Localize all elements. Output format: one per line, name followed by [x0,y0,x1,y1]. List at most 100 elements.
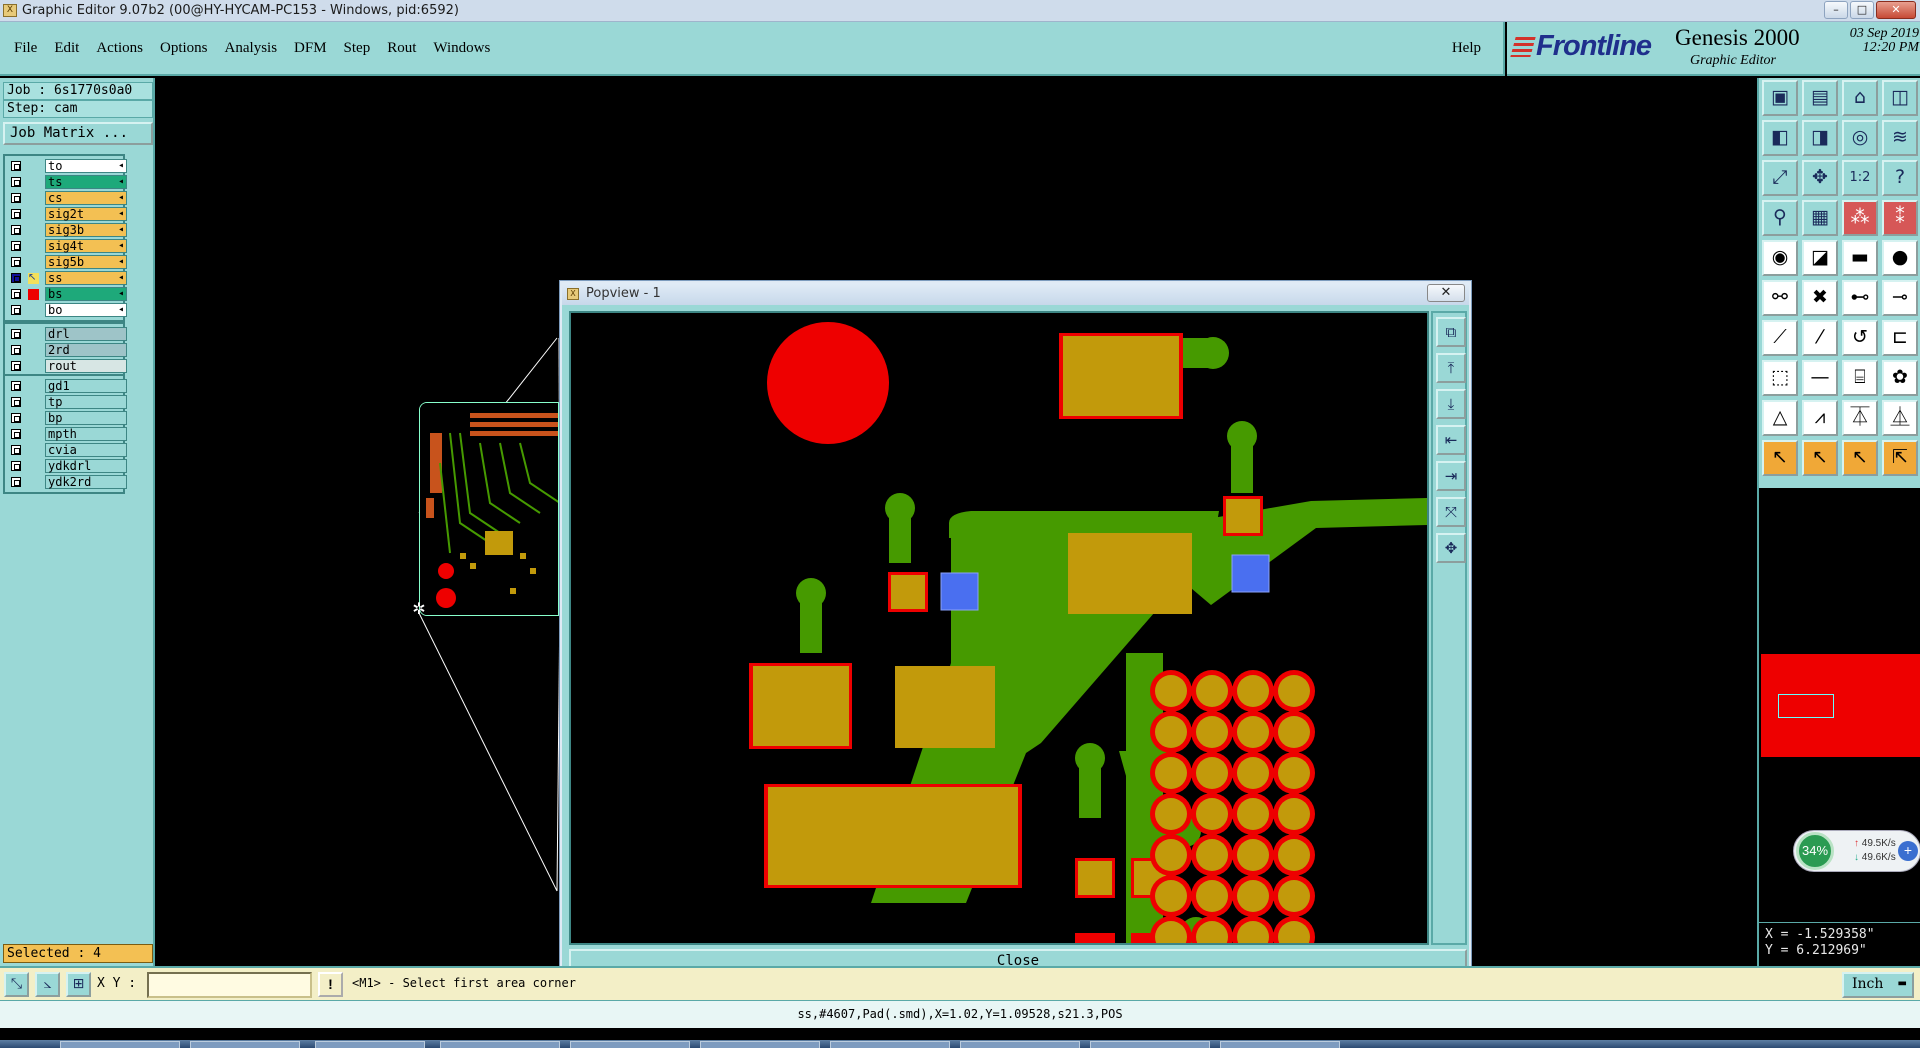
layer-name-sig4t[interactable]: sig4t [45,239,127,253]
menu-analysis[interactable]: Analysis [225,40,278,57]
menu-dfm[interactable]: DFM [294,40,327,57]
job-matrix-button[interactable]: Job Matrix ... [3,122,153,145]
home-icon[interactable]: ⌂ [1842,80,1878,116]
layer-row[interactable]: bo [7,302,127,318]
maximize-button[interactable]: □ [1850,1,1874,19]
layer-checkbox[interactable] [11,305,21,315]
menu-file[interactable]: File [14,40,37,57]
bracket-icon[interactable]: ⊏ [1882,320,1918,356]
layer-row[interactable]: to [7,158,127,174]
layer-row[interactable]: 2rd [7,342,127,358]
hline-icon[interactable]: — [1802,360,1838,396]
layer-name-cs[interactable]: cs [45,191,127,205]
popview-tool-5-icon[interactable]: ⇥ [1436,461,1466,491]
layer-checkbox[interactable] [11,257,21,267]
layer-name-ts[interactable]: ts [45,175,127,189]
close-window-button[interactable]: ✕ [1876,1,1916,19]
layer-row[interactable]: bs [7,286,127,302]
layer-checkbox[interactable] [11,329,21,339]
flower-icon[interactable]: ✿ [1882,360,1918,396]
taskbar-item[interactable] [960,1041,1080,1048]
layer-checkbox[interactable] [11,397,21,407]
layer-row[interactable]: gd1 [7,378,127,394]
layer-name-rout[interactable]: rout [45,359,127,373]
layer-row[interactable]: tp [7,394,127,410]
layer-name-bp[interactable]: bp [45,411,127,425]
layer-checkbox[interactable] [11,193,21,203]
layer-checkbox[interactable] [11,225,21,235]
taskbar-item[interactable] [60,1041,180,1048]
layer-checkbox[interactable] [11,209,21,219]
layer-row[interactable]: ts [7,174,127,190]
angle-mode-icon[interactable]: ⦣ [35,972,60,997]
arc-icon[interactable]: ↺ [1842,320,1878,356]
link2-icon[interactable]: ⊸ [1882,280,1918,316]
menu-rout[interactable]: Rout [387,40,416,57]
triangle2-icon[interactable]: ⩘ [1802,400,1838,436]
ruler-icon[interactable]: ▬ [1842,240,1878,276]
taskbar-item[interactable] [700,1041,820,1048]
layer-name-sig2t[interactable]: sig2t [45,207,127,221]
overview-map[interactable] [1761,654,1920,757]
layer-row[interactable]: sig2t [7,206,127,222]
layer-name-gd1[interactable]: gd1 [45,379,127,393]
taskbar-item[interactable] [190,1041,300,1048]
pointer2-icon[interactable]: ↖ [1802,440,1838,476]
layer-row[interactable]: ydkdrl [7,458,127,474]
pointer4-icon[interactable]: ⇱ [1882,440,1918,476]
zoom-fit-icon[interactable]: ⤢ [1762,160,1798,196]
pan-icon[interactable]: ✥ [1802,160,1838,196]
triangle-icon[interactable]: △ [1762,400,1798,436]
taskbar-item[interactable] [440,1041,560,1048]
open-icon[interactable]: ▣ [1762,80,1798,116]
layer-row[interactable]: drl [7,326,127,342]
triangle4-icon[interactable]: ⏅ [1882,400,1918,436]
layer-checkbox[interactable] [11,445,21,455]
layer-row[interactable]: sig5b [7,254,127,270]
popview-tool-7-icon[interactable]: ✥ [1436,533,1466,563]
save-icon[interactable]: ▤ [1802,80,1838,116]
line-icon[interactable]: ⟋ [1762,320,1798,356]
triangle3-icon[interactable]: ⏄ [1842,400,1878,436]
menu-windows[interactable]: Windows [433,40,490,57]
grid-icon[interactable]: ▦ [1802,200,1838,236]
layer-name-ydkdrl[interactable]: ydkdrl [45,459,127,473]
link-icon[interactable]: ⊷ [1842,280,1878,316]
connect-icon[interactable]: ⚯ [1762,280,1798,316]
popview-close-x-button[interactable]: ✕ [1427,284,1465,302]
layer-checkbox[interactable] [11,477,21,487]
layer-name-sig5b[interactable]: sig5b [45,255,127,269]
help-icon[interactable]: ? [1882,160,1918,196]
menu-step[interactable]: Step [344,40,371,57]
box-icon[interactable]: ⌸ [1842,360,1878,396]
layer-left-icon[interactable]: ◧ [1762,120,1798,156]
measure-icon[interactable]: ⚲ [1762,200,1798,236]
minimize-button[interactable]: – [1824,1,1848,19]
popview-tool-1-icon[interactable]: ⧉ [1436,317,1466,347]
layer-row[interactable]: rout [7,358,127,374]
taskbar-item[interactable] [315,1041,425,1048]
layer-row[interactable]: bp [7,410,127,426]
window-icon[interactable]: ◫ [1882,80,1918,116]
layer-name-sig3b[interactable]: sig3b [45,223,127,237]
layer-name-drl[interactable]: drl [45,327,127,341]
menu-edit[interactable]: Edit [54,40,79,57]
pad-icon[interactable]: ◉ [1762,240,1798,276]
taskbar-item[interactable] [570,1041,690,1048]
layer-checkbox[interactable] [11,361,21,371]
layer-checkbox[interactable] [11,381,21,391]
grid-mode-icon[interactable]: ⊞ [66,972,91,997]
line-mode-icon[interactable]: ◪ [1802,240,1838,276]
pointer-icon[interactable]: ↖ [1762,440,1798,476]
scale-icon[interactable]: 1:2 [1842,160,1878,196]
menu-options[interactable]: Options [160,40,208,57]
layer-row[interactable]: ydk2rd [7,474,127,490]
alert-button[interactable]: ! [318,972,343,997]
net-icon[interactable]: ⁂ [1842,200,1878,236]
xy-input[interactable] [147,972,312,998]
layer-name-bo[interactable]: bo [45,303,127,317]
layer-checkbox[interactable] [11,289,21,299]
board-thumbnail[interactable] [419,402,559,616]
unit-selector[interactable]: Inch [1842,972,1914,998]
layer-checkbox[interactable] [11,177,21,187]
